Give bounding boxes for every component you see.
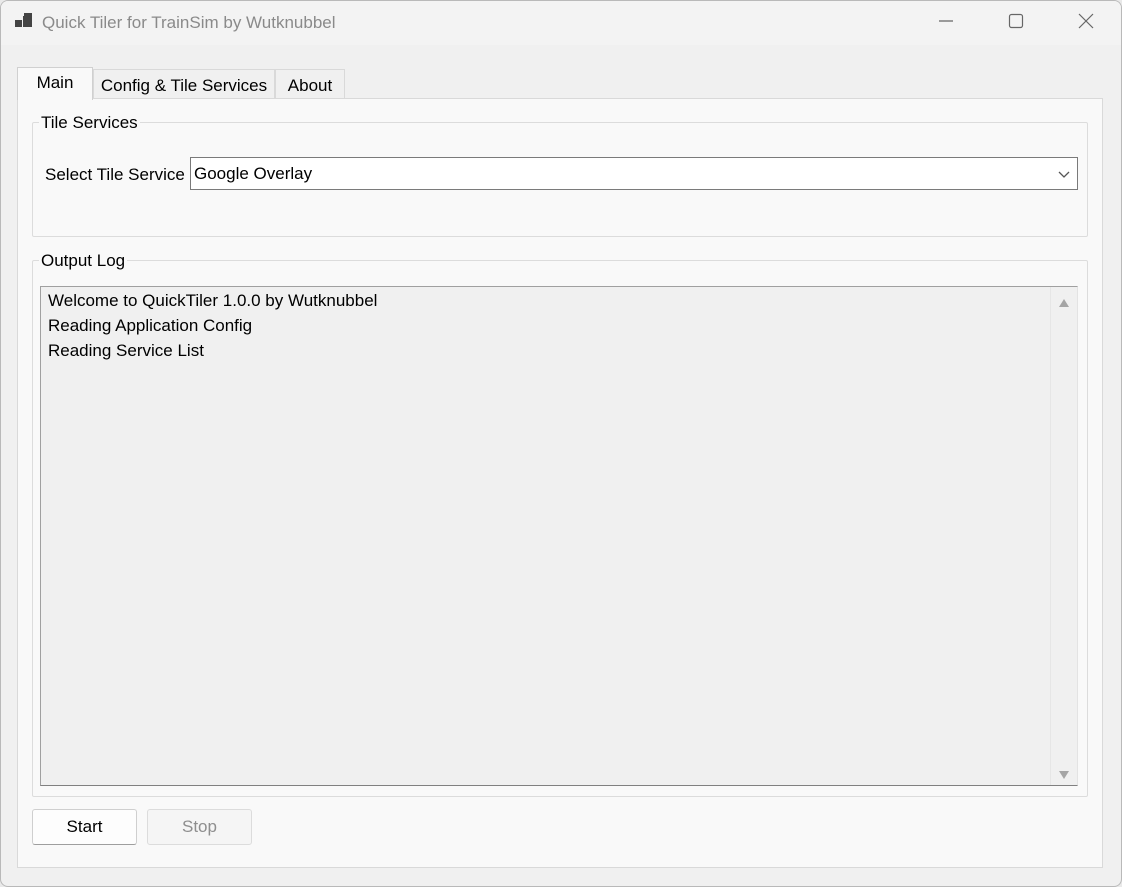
output-log-group-title: Output Log (39, 251, 128, 271)
select-tile-service-label: Select Tile Service (45, 165, 185, 184)
tab-about[interactable]: About (275, 69, 345, 101)
start-button[interactable]: Start (32, 809, 137, 845)
chevron-down-icon[interactable] (1057, 167, 1071, 181)
log-line: Reading Application Config (48, 316, 253, 335)
close-icon (1078, 13, 1094, 34)
maximize-button[interactable] (981, 1, 1051, 45)
tab-main[interactable]: Main (17, 67, 93, 100)
scroll-up-arrow-icon[interactable] (1058, 295, 1070, 307)
minimize-button[interactable] (911, 1, 981, 45)
maximize-icon (1008, 13, 1024, 34)
app-window: Quick Tiler for TrainSim by Wutknubbel M… (0, 0, 1122, 887)
tile-services-group-title: Tile Services (39, 113, 140, 133)
tab-config-tile-services[interactable]: Config & Tile Services (93, 69, 275, 101)
title-bar[interactable]: Quick Tiler for TrainSim by Wutknubbel (1, 1, 1121, 45)
window-title: Quick Tiler for TrainSim by Wutknubbel (42, 13, 336, 32)
minimize-icon (938, 13, 954, 34)
app-windows-icon (15, 13, 33, 31)
tile-service-selected-value: Google Overlay (194, 164, 313, 183)
output-log-textbox[interactable]: Welcome to QuickTiler 1.0.0 by Wutknubbe… (40, 286, 1078, 786)
close-button[interactable] (1051, 1, 1121, 45)
stop-button[interactable]: Stop (147, 809, 252, 845)
log-line: Reading Service List (48, 341, 204, 360)
tile-service-select[interactable]: Google Overlay (190, 157, 1078, 190)
log-line: Welcome to QuickTiler 1.0.0 by Wutknubbe… (48, 291, 378, 310)
scroll-down-arrow-icon[interactable] (1058, 767, 1070, 779)
log-vertical-scrollbar[interactable] (1050, 287, 1077, 785)
